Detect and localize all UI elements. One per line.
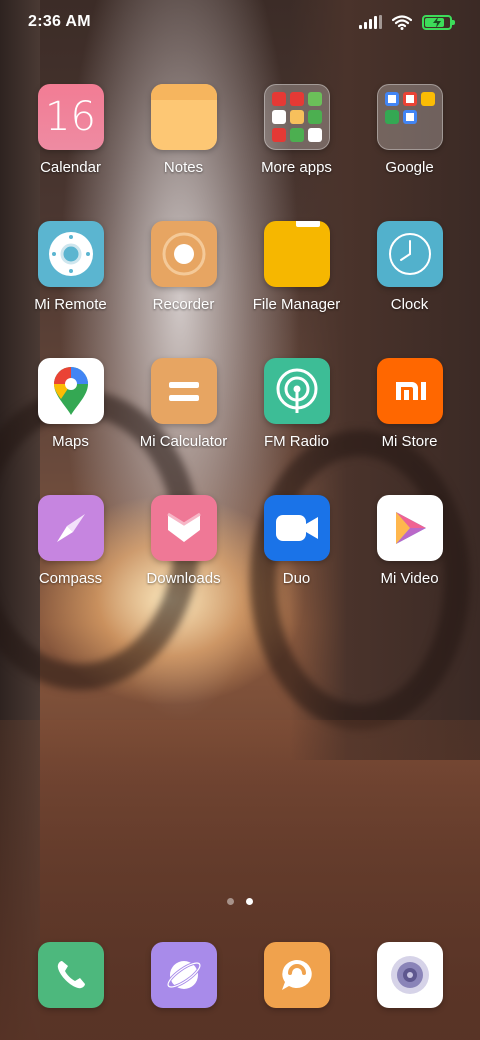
camera-icon bbox=[376, 942, 443, 1008]
app-mi-store[interactable]: Mi Store bbox=[353, 358, 466, 495]
folder-more-apps[interactable]: More apps bbox=[240, 84, 353, 221]
folder-file-icon bbox=[263, 221, 330, 287]
message-icon bbox=[263, 942, 330, 1008]
phone-icon bbox=[37, 942, 104, 1008]
app-mi-video[interactable]: Mi Video bbox=[353, 495, 466, 632]
status-icons bbox=[359, 14, 455, 30]
app-label: Google bbox=[385, 159, 434, 176]
app-label: Clock bbox=[390, 296, 429, 313]
calendar-date: 16 bbox=[45, 94, 96, 140]
app-duo[interactable]: Duo bbox=[240, 495, 353, 632]
battery-charging-icon bbox=[422, 14, 455, 30]
app-label: Mi Remote bbox=[34, 296, 107, 313]
compass-icon bbox=[37, 495, 104, 561]
app-file-manager[interactable]: File Manager bbox=[240, 221, 353, 358]
app-label: Notes bbox=[163, 159, 204, 176]
recorder-icon bbox=[150, 221, 217, 287]
app-label: Maps bbox=[52, 433, 89, 450]
folder-google[interactable]: Google bbox=[353, 84, 466, 221]
app-downloads[interactable]: Downloads bbox=[127, 495, 240, 632]
app-fm-radio[interactable]: FM Radio bbox=[240, 358, 353, 495]
app-mi-remote[interactable]: Mi Remote bbox=[14, 221, 127, 358]
app-recorder[interactable]: Recorder bbox=[127, 221, 240, 358]
mi-logo-icon bbox=[376, 358, 443, 424]
app-label: File Manager bbox=[252, 296, 341, 313]
page-dot[interactable] bbox=[227, 898, 234, 905]
status-bar: 2:36 AM bbox=[0, 0, 480, 44]
app-mi-calculator[interactable]: Mi Calculator bbox=[127, 358, 240, 495]
app-maps[interactable]: Maps bbox=[14, 358, 127, 495]
app-label: Recorder bbox=[152, 296, 215, 313]
app-label: More apps bbox=[261, 159, 332, 176]
wifi-icon bbox=[392, 14, 412, 30]
app-clock[interactable]: Clock bbox=[353, 221, 466, 358]
play-icon bbox=[376, 495, 443, 561]
dock-camera[interactable] bbox=[353, 942, 466, 1008]
app-calendar[interactable]: 16 Calendar bbox=[14, 84, 127, 221]
video-camera-icon bbox=[263, 495, 330, 561]
app-label: Mi Calculator bbox=[139, 433, 228, 450]
download-icon bbox=[150, 495, 217, 561]
dock-messages[interactable] bbox=[240, 942, 353, 1008]
dock bbox=[14, 942, 466, 1008]
status-time: 2:36 AM bbox=[28, 13, 91, 30]
app-notes[interactable]: Notes bbox=[127, 84, 240, 221]
app-label: Downloads bbox=[146, 570, 221, 587]
app-label: Compass bbox=[38, 570, 103, 587]
app-label: FM Radio bbox=[263, 433, 330, 450]
calendar-icon: 16 bbox=[37, 84, 104, 150]
page-indicator bbox=[0, 898, 480, 905]
app-label: Mi Video bbox=[380, 570, 439, 587]
page-dot-active[interactable] bbox=[246, 898, 253, 905]
calculator-icon bbox=[150, 358, 217, 424]
dock-browser[interactable] bbox=[127, 942, 240, 1008]
app-compass[interactable]: Compass bbox=[14, 495, 127, 632]
browser-icon bbox=[150, 942, 217, 1008]
app-label: Calendar bbox=[40, 159, 101, 176]
signal-icon bbox=[359, 15, 382, 29]
remote-icon bbox=[37, 221, 104, 287]
app-label: Duo bbox=[282, 570, 311, 587]
app-label: Mi Store bbox=[381, 433, 438, 450]
clock-icon bbox=[376, 221, 443, 287]
folder-icon bbox=[376, 84, 443, 150]
folder-icon bbox=[263, 84, 330, 150]
map-pin-icon bbox=[37, 358, 104, 424]
app-grid: 16 Calendar Notes More apps Google Mi Re… bbox=[14, 84, 466, 632]
dock-phone[interactable] bbox=[14, 942, 127, 1008]
notes-icon bbox=[150, 84, 217, 150]
radio-icon bbox=[263, 358, 330, 424]
